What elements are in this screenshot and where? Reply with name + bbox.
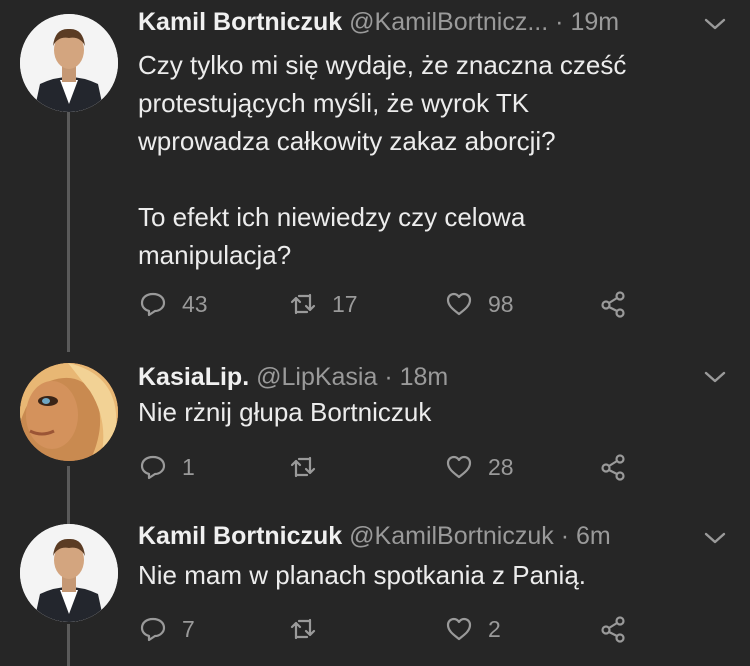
timestamp: 6m [576,522,611,550]
reply-count: 43 [182,290,208,317]
author-line: Kamil Bortniczuk @KamilBortniczuk · 6m [138,522,611,551]
text-line: Nie mam w planach spotkania z Panią. [138,560,587,590]
reply-button[interactable]: 7 [138,613,195,645]
separator-dot: · [555,8,564,36]
share-button[interactable] [598,613,628,645]
tweet-actions: 43 17 98 [138,288,658,320]
tweet-actions: 1 28 [138,451,658,483]
like-button[interactable]: 28 [444,451,514,483]
share-icon [601,616,625,643]
avatar[interactable] [20,363,118,461]
like-icon [446,292,472,316]
like-count: 28 [488,453,514,480]
chevron-down-icon[interactable] [702,367,728,387]
reply-button[interactable]: 1 [138,451,195,483]
tweet-actions: 7 2 [138,613,658,645]
chevron-down-icon[interactable] [702,14,728,34]
text-line: Czy tylko mi się wydaje, że znaczna cześ… [138,50,627,80]
avatar[interactable] [20,14,118,112]
author-name[interactable]: KasiaLip. [138,363,249,391]
author-line: KasiaLip. @LipKasia · 18m [138,363,448,392]
tweet[interactable]: Kamil Bortniczuk @KamilBortniczuk · 6m N… [0,516,750,666]
author-line: Kamil Bortniczuk @KamilBortnicz... · 19m [138,8,619,37]
separator-dot: · [560,522,570,550]
reply-icon [140,292,166,317]
like-button[interactable]: 2 [444,613,501,645]
author-name[interactable]: Kamil Bortniczuk [138,522,342,550]
tweet[interactable]: Kamil Bortniczuk @KamilBortnicz... · 19m… [0,0,750,340]
like-count: 2 [488,615,501,642]
share-button[interactable] [598,288,628,320]
retweet-button[interactable]: 17 [288,288,358,320]
author-handle[interactable]: @KamilBortniczuk [349,522,554,550]
text-line: To efekt ich niewiedzy czy celowa [138,202,526,232]
reply-icon [140,455,166,480]
text-line: protestujących myśli, że wyrok TK [138,88,530,118]
separator-dot: · [384,363,393,391]
chevron-down-icon[interactable] [702,528,728,548]
share-button[interactable] [598,451,628,483]
reply-icon [140,617,166,642]
tweet-text: Nie mam w planach spotkania z Panią. [138,556,718,594]
tweet[interactable]: KasiaLip. @LipKasia · 18m Nie rżnij głup… [0,355,750,505]
share-icon [601,454,625,481]
retweet-icon [290,293,316,315]
timestamp: 19m [570,8,620,36]
retweet-button[interactable] [288,613,318,645]
retweet-count: 17 [332,290,358,317]
like-button[interactable]: 98 [444,288,514,320]
tweet-text: Nie rżnij głupa Bortniczuk [138,393,718,431]
text-line: Nie rżnij głupa Bortniczuk [138,397,432,427]
author-handle[interactable]: @LipKasia [256,363,377,391]
avatar[interactable] [20,524,118,622]
timestamp: 18m [399,363,449,391]
reply-count: 1 [182,453,195,480]
retweet-icon [290,618,316,640]
share-icon [601,291,625,318]
retweet-icon [290,456,316,478]
retweet-button[interactable] [288,451,318,483]
reply-button[interactable]: 43 [138,288,208,320]
like-icon [446,455,472,479]
author-handle[interactable]: @KamilBortnicz... [349,8,548,36]
text-line: manipulacja? [138,240,292,270]
like-icon [446,617,472,641]
tweet-text: Czy tylko mi się wydaje, że znaczna cześ… [138,46,718,274]
author-name[interactable]: Kamil Bortniczuk [138,8,342,36]
text-line: wprowadza całkowity zakaz aborcji? [138,126,556,156]
like-count: 98 [488,290,514,317]
reply-count: 7 [182,615,195,642]
